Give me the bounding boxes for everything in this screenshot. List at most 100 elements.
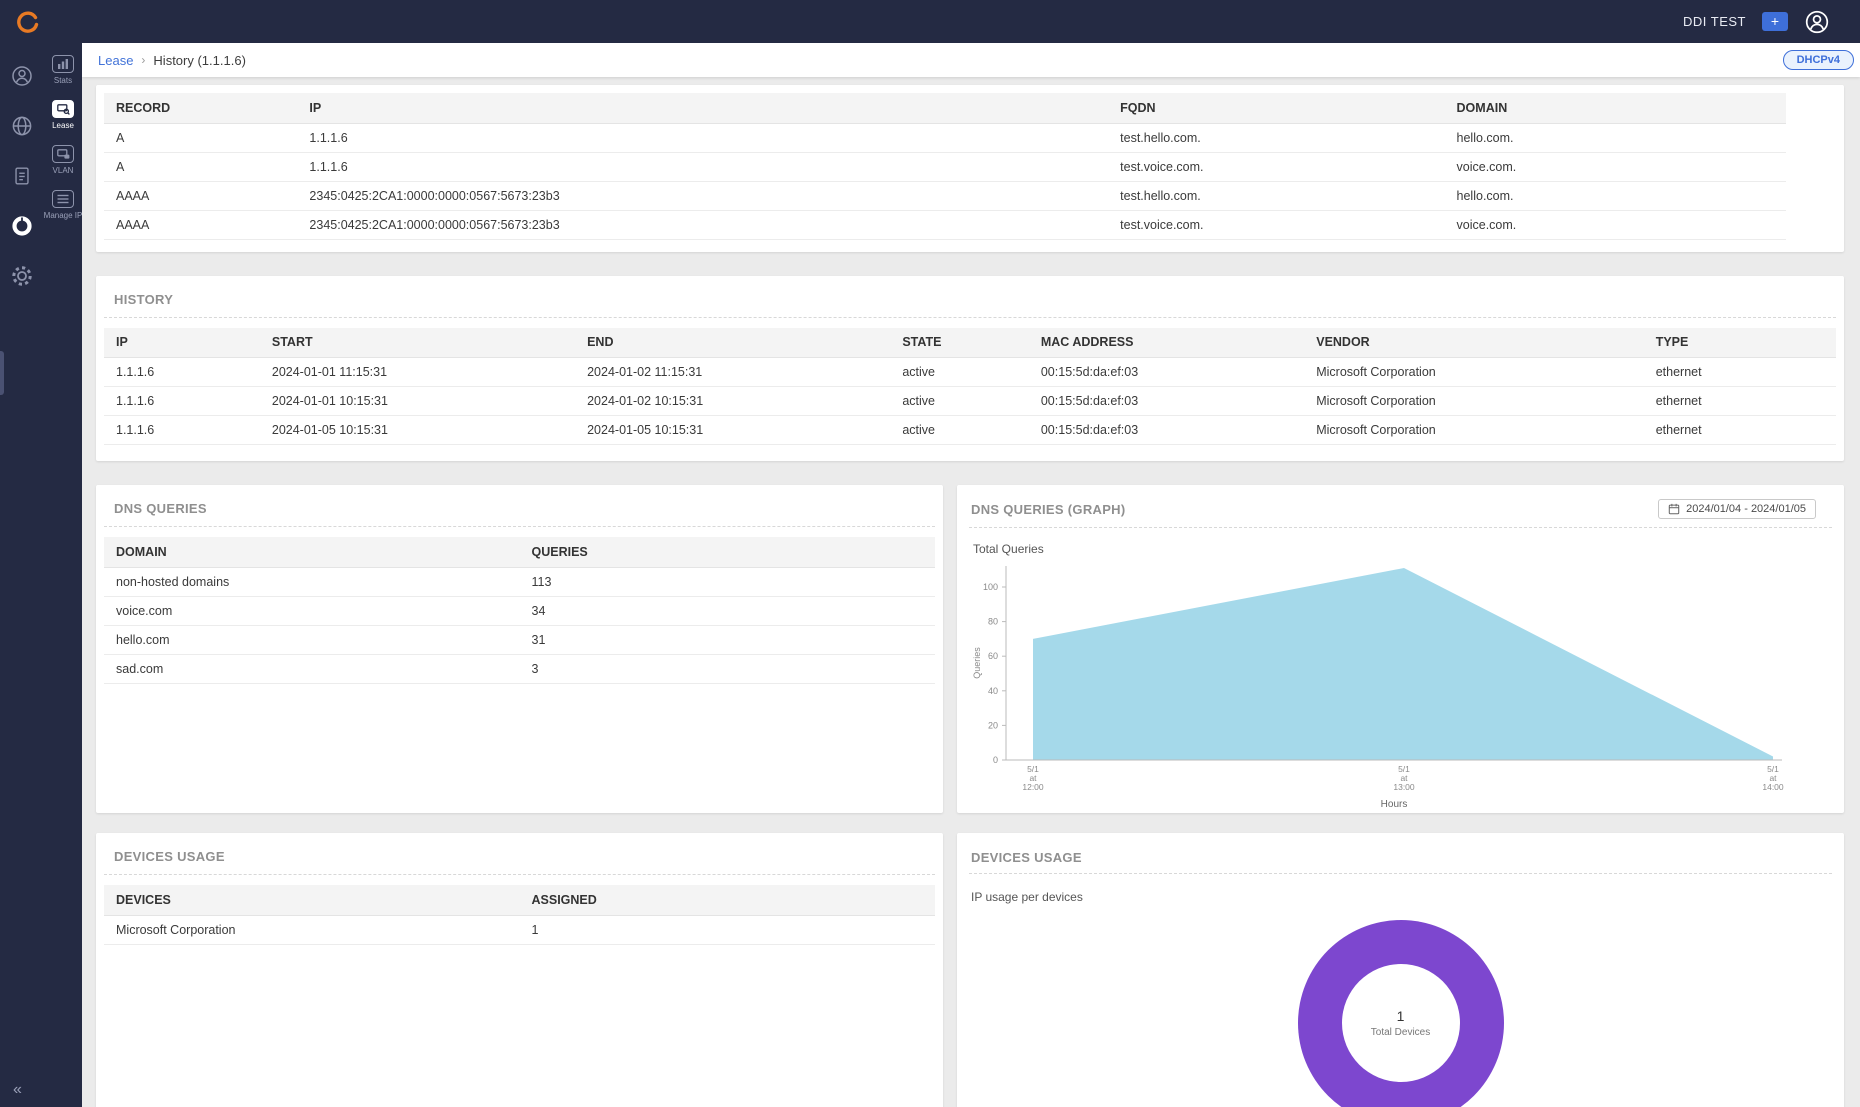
table-cell: 1.1.1.6 [297, 123, 1108, 152]
app-logo-icon[interactable] [16, 10, 40, 34]
devices-usage-donut-header: DEVICES USAGE [969, 845, 1832, 874]
gear-icon[interactable] [9, 263, 35, 289]
sidebar-item-label: VLAN [53, 166, 74, 175]
dns-queries-table: DOMAINQUERIES non-hosted domains113voice… [104, 537, 935, 684]
table-cell: test.hello.com. [1108, 123, 1444, 152]
table-cell: 2024-01-05 10:15:31 [260, 416, 575, 445]
table-cell: 00:15:5d:da:ef:03 [1029, 358, 1304, 387]
svg-text:Hours: Hours [1381, 799, 1408, 810]
table-cell: A [104, 123, 297, 152]
column-header: STATE [890, 328, 1029, 358]
records-table-header: RECORDIPFQDNDOMAIN [104, 93, 1786, 123]
table-row: Microsoft Corporation1 [104, 915, 935, 944]
column-header: TYPE [1644, 328, 1836, 358]
table-row: voice.com34 [104, 596, 935, 625]
page-content: RECORDIPFQDNDOMAIN A1.1.1.6test.hello.co… [82, 77, 1860, 1107]
table-cell: A [104, 152, 297, 181]
table-cell: voice.com [104, 596, 520, 625]
table-row: non-hosted domains113 [104, 567, 935, 596]
table-cell: AAAA [104, 181, 297, 210]
table-row: sad.com3 [104, 654, 935, 683]
table-cell: active [890, 416, 1029, 445]
sidebar-item-manage-ip[interactable]: Manage IP [44, 186, 82, 224]
table-cell: hello.com. [1445, 123, 1786, 152]
globe-icon[interactable] [9, 113, 35, 139]
sidebar-item-label: Manage IP [44, 211, 83, 220]
records-table: RECORDIPFQDNDOMAIN A1.1.1.6test.hello.co… [104, 93, 1786, 240]
devices-usage-table: DEVICESASSIGNED Microsoft Corporation1 [104, 885, 935, 945]
records-card: RECORDIPFQDNDOMAIN A1.1.1.6test.hello.co… [96, 85, 1844, 252]
column-header: IP [104, 328, 260, 358]
collapse-sidebar-button[interactable]: « [13, 1081, 22, 1099]
table-cell: 2024-01-01 10:15:31 [260, 387, 575, 416]
breadcrumb-lease-link[interactable]: Lease [98, 53, 133, 68]
table-cell: 2345:0425:2CA1:0000:0000:0567:5673:23b3 [297, 210, 1108, 239]
dns-graph-title: DNS QUERIES (GRAPH) [971, 499, 1126, 517]
form-icon[interactable] [9, 163, 35, 189]
sidebar-item-label: Lease [52, 121, 74, 130]
table-cell: active [890, 358, 1029, 387]
table-cell: non-hosted domains [104, 567, 520, 596]
topbar: DDI TEST + [0, 0, 1860, 43]
sidebar-item-vlan[interactable]: VLAN [44, 141, 82, 179]
dns-area-chart: 0204060801005/1at12:005/1at13:005/1at14:… [969, 560, 1819, 818]
table-cell: Microsoft Corporation [1304, 358, 1643, 387]
stats-icon [52, 55, 74, 73]
column-header: ASSIGNED [520, 885, 936, 915]
table-cell: 1.1.1.6 [104, 416, 260, 445]
table-row: 1.1.1.62024-01-01 10:15:312024-01-02 10:… [104, 387, 1836, 416]
table-cell: 1.1.1.6 [104, 358, 260, 387]
table-cell: 1.1.1.6 [297, 152, 1108, 181]
column-header: START [260, 328, 575, 358]
svg-text:0: 0 [993, 755, 998, 765]
area-chart-title: Total Queries [973, 542, 1832, 556]
table-cell: hello.com [104, 625, 520, 654]
dhcp-version-badge[interactable]: DHCPv4 [1783, 50, 1854, 70]
column-header: FQDN [1108, 93, 1444, 123]
dns-queries-card: DNS QUERIES DOMAINQUERIES non-hosted dom… [96, 485, 943, 813]
table-cell: 34 [520, 596, 936, 625]
user-circle-icon[interactable] [9, 63, 35, 89]
donut-center-label: Total Devices [1371, 1027, 1430, 1038]
breadcrumb-separator: › [141, 53, 145, 67]
vlan-icon [52, 145, 74, 163]
main-area: Lease › History (1.1.1.6) DHCPv4 RECORDI… [82, 43, 1860, 1107]
sidebar-item-lease[interactable]: Lease [44, 96, 82, 134]
user-avatar-icon[interactable] [1804, 9, 1830, 35]
table-cell: AAAA [104, 210, 297, 239]
dns-graph-card: DNS QUERIES (GRAPH) 2024/01/04 - 2024/01… [957, 485, 1844, 813]
table-cell: 3 [520, 654, 936, 683]
breadcrumb-current: History (1.1.1.6) [153, 53, 245, 68]
devices-usage-table-card: DEVICES USAGE DEVICESASSIGNED Microsoft … [96, 833, 943, 1107]
dns-queries-table-header: DOMAINQUERIES [104, 537, 935, 567]
date-range-picker[interactable]: 2024/01/04 - 2024/01/05 [1658, 499, 1816, 519]
devices-usage-donut-card: DEVICES USAGE IP usage per devices 1 Tot… [957, 833, 1844, 1107]
history-card: HISTORY IPSTARTENDSTATEMAC ADDRESSVENDOR… [96, 276, 1844, 462]
table-cell: active [890, 387, 1029, 416]
svg-text:12:00: 12:00 [1022, 782, 1044, 792]
add-button[interactable]: + [1762, 12, 1788, 31]
sidebar-item-stats[interactable]: Stats [44, 51, 82, 89]
column-header: DEVICES [104, 885, 520, 915]
svg-text:13:00: 13:00 [1393, 782, 1415, 792]
donut-chart-icon[interactable] [9, 213, 35, 239]
column-header: DOMAIN [104, 537, 520, 567]
sidebar-item-label: Stats [54, 76, 72, 85]
svg-text:60: 60 [988, 651, 998, 661]
table-row: 1.1.1.62024-01-05 10:15:312024-01-05 10:… [104, 416, 1836, 445]
table-cell: voice.com. [1445, 152, 1786, 181]
table-cell: ethernet [1644, 387, 1836, 416]
sidebar: Stats Lease [0, 43, 82, 1107]
rail-scroll-handle[interactable] [0, 351, 4, 395]
donut-subtitle: IP usage per devices [971, 890, 1832, 904]
column-header: RECORD [104, 93, 297, 123]
table-row: 1.1.1.62024-01-01 11:15:312024-01-02 11:… [104, 358, 1836, 387]
column-header: VENDOR [1304, 328, 1643, 358]
dns-graph-header: DNS QUERIES (GRAPH) 2024/01/04 - 2024/01… [969, 497, 1832, 528]
svg-text:Queries: Queries [972, 647, 982, 679]
table-cell: ethernet [1644, 358, 1836, 387]
devices-donut-chart: 1 Total Devices [1298, 920, 1504, 1107]
column-header: MAC ADDRESS [1029, 328, 1304, 358]
table-cell: ethernet [1644, 416, 1836, 445]
date-range-value: 2024/01/04 - 2024/01/05 [1686, 503, 1806, 515]
